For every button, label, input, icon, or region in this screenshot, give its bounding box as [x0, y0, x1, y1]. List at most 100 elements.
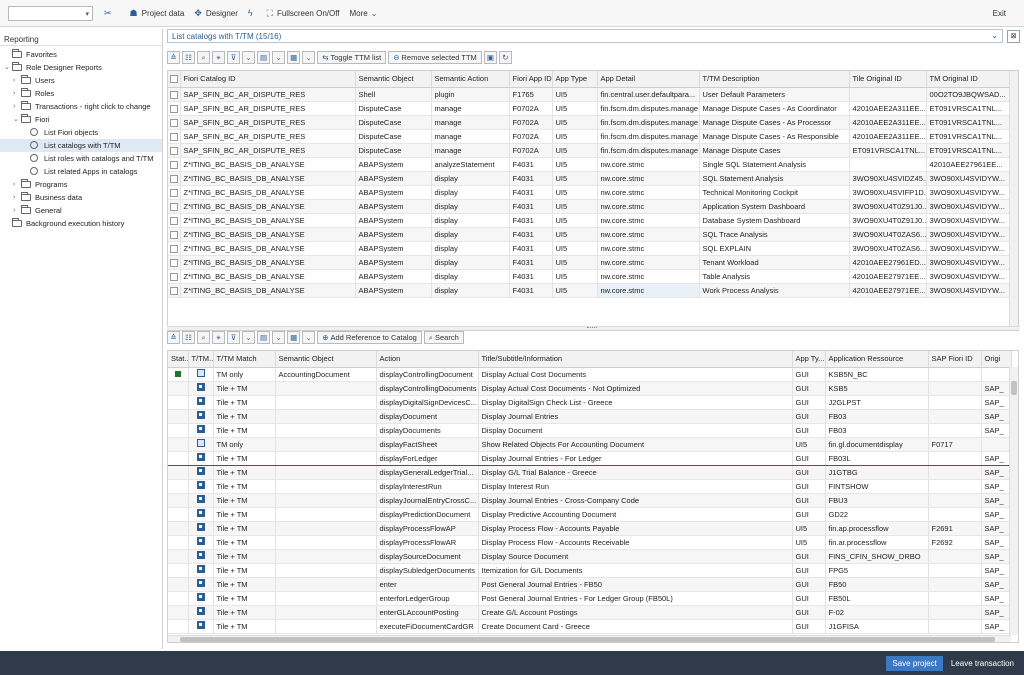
table-row[interactable]: SAP_SFIN_BC_AR_DISPUTE_RES DisputeCase man…: [168, 115, 1012, 130]
column-header[interactable]: App Type: [552, 71, 598, 88]
project-data-button[interactable]: ☗ Project data: [125, 4, 190, 22]
table-row[interactable]: Tile + TM displayProcessFlowAR Display Pro…: [168, 535, 1012, 550]
tree-item[interactable]: › Roles: [0, 87, 162, 100]
column-header[interactable]: Fiori Catalog ID: [180, 71, 356, 88]
export-icon[interactable]: ▦: [287, 51, 301, 64]
table-row[interactable]: Tile + TM enter Post General Journal Entri…: [168, 577, 1012, 592]
tree-item[interactable]: Favorites: [0, 48, 162, 61]
table-row[interactable]: Tile + TM displaySourceDocument Display So…: [168, 549, 1012, 564]
collapse-all-button[interactable]: ≙: [167, 51, 180, 64]
filter-dropdown-icon[interactable]: ⌄: [242, 51, 255, 64]
scrollbar-thumb[interactable]: [180, 637, 995, 642]
vertical-scrollbar[interactable]: [1009, 71, 1018, 330]
expand-toggle-icon[interactable]: ⌄: [4, 61, 10, 74]
table-row[interactable]: Z*ITING_BC_BASIS_DB_ANALYSE ABAPSystem dis…: [168, 283, 1012, 298]
row-checkbox[interactable]: [168, 227, 181, 242]
toggle-ttm-button[interactable]: ⇆ Toggle TTM list: [317, 51, 387, 64]
tree-item[interactable]: › Users: [0, 74, 162, 87]
layout-dropdown-icon[interactable]: ⌄: [272, 331, 286, 344]
table-row[interactable]: Z*ITING_BC_BASIS_DB_ANALYSE ABAPSystem dis…: [168, 199, 1012, 214]
column-header[interactable]: T/TM...: [188, 351, 214, 368]
row-checkbox[interactable]: [168, 171, 181, 186]
scrollbar-thumb[interactable]: [1011, 381, 1017, 395]
table-row[interactable]: Z*ITING_BC_BASIS_DB_ANALYSE ABAPSystem dis…: [168, 227, 1012, 242]
table-row[interactable]: TM only displayFactSheet Show Related Obje…: [168, 437, 1012, 452]
column-header[interactable]: Tile Original ID: [849, 71, 927, 88]
row-checkbox[interactable]: [168, 87, 181, 102]
row-checkbox[interactable]: [168, 101, 181, 116]
close-panel-button[interactable]: ⊠: [1007, 30, 1020, 43]
find-next-icon[interactable]: ⌖: [212, 331, 225, 344]
collapse-all-button[interactable]: ≙: [167, 331, 180, 344]
row-checkbox[interactable]: [168, 255, 181, 270]
column-header[interactable]: Origi: [981, 351, 1012, 368]
expand-toggle-icon[interactable]: ›: [13, 87, 15, 100]
table-row[interactable]: SAP_SFIN_BC_AR_DISPUTE_RES Shell plugin F17…: [168, 87, 1012, 102]
save-project-button[interactable]: Save project: [886, 655, 943, 671]
table-row[interactable]: Z*ITING_BC_BASIS_DB_ANALYSE ABAPSystem dis…: [168, 171, 1012, 186]
table-row[interactable]: Tile + TM displaySubledgerDocuments Itemiz…: [168, 563, 1012, 578]
find-next-icon[interactable]: ⌖: [212, 51, 225, 64]
row-checkbox[interactable]: [168, 185, 181, 200]
table-row[interactable]: Z*ITING_BC_BASIS_DB_ANALYSE ABAPSystem ana…: [168, 157, 1012, 172]
table-row[interactable]: Tile + TM displayGeneralLedgerTrial... Dis…: [168, 465, 1012, 480]
column-header[interactable]: Semantic Action: [431, 71, 510, 88]
row-checkbox[interactable]: [168, 129, 181, 144]
column-header[interactable]: Fiori App ID: [509, 71, 553, 88]
filter-dropdown-icon[interactable]: ⌄: [242, 331, 255, 344]
more-button[interactable]: More ⌄: [345, 4, 383, 22]
row-checkbox[interactable]: [168, 199, 181, 214]
row-checkbox[interactable]: [168, 115, 181, 130]
tree-item[interactable]: › General: [0, 204, 162, 217]
exit-button[interactable]: Exit: [993, 9, 1006, 18]
table-row[interactable]: Z*ITING_BC_BASIS_DB_ANALYSE ABAPSystem dis…: [168, 269, 1012, 284]
find-icon[interactable]: ⌕: [197, 331, 210, 344]
tree-item[interactable]: Background execution history: [0, 217, 162, 230]
sum-icon[interactable]: ▤: [257, 331, 271, 344]
column-header[interactable]: TM Original ID: [926, 71, 1012, 88]
leave-transaction-button[interactable]: Leave transaction: [951, 659, 1014, 668]
table-row[interactable]: Tile + TM enterGLAccountPosting Create G/L…: [168, 605, 1012, 620]
column-header[interactable]: Application Ressource: [825, 351, 929, 368]
row-checkbox[interactable]: [168, 269, 181, 284]
table-row[interactable]: SAP_SFIN_BC_AR_DISPUTE_RES DisputeCase man…: [168, 129, 1012, 144]
table-row[interactable]: Z*ITING_BC_BASIS_DB_ANALYSE ABAPSystem dis…: [168, 241, 1012, 256]
refresh-icon[interactable]: ↻: [498, 51, 512, 64]
info-icon[interactable]: ▣: [483, 51, 497, 64]
find-icon[interactable]: ⌕: [197, 51, 210, 64]
export-dropdown-icon[interactable]: ⌄: [302, 331, 316, 344]
column-header[interactable]: App Detail: [597, 71, 700, 88]
add-reference-button[interactable]: ⊕ Add Reference to Catalog: [317, 331, 422, 344]
export-dropdown-icon[interactable]: ⌄: [302, 51, 316, 64]
table-row[interactable]: SAP_SFIN_BC_AR_DISPUTE_RES DisputeCase man…: [168, 101, 1012, 116]
tree-item[interactable]: ⌄ Fiori: [0, 113, 162, 126]
designer-button[interactable]: ✥ Designer: [189, 4, 243, 22]
tree-item[interactable]: › Programs: [0, 178, 162, 191]
expand-toggle-icon[interactable]: ›: [13, 100, 15, 113]
search-button[interactable]: ⌕ Search: [423, 331, 464, 344]
select-all-button[interactable]: ☷: [182, 51, 195, 64]
project-select[interactable]: ▾: [8, 5, 93, 21]
table-row[interactable]: Tile + TM displayJournalEntryCrossC... Dis…: [168, 493, 1012, 508]
table-row[interactable]: Z*ITING_BC_BASIS_DB_ANALYSE ABAPSystem dis…: [168, 185, 1012, 200]
column-header[interactable]: App Ty...: [792, 351, 826, 368]
table-row[interactable]: Tile + TM displayDocument Display Journal …: [168, 409, 1012, 424]
column-header[interactable]: Stat...: [168, 351, 189, 368]
expand-toggle-icon[interactable]: ›: [13, 204, 15, 217]
table-row[interactable]: Tile + TM displayPredictionDocument Displa…: [168, 507, 1012, 522]
expand-toggle-icon[interactable]: ⌄: [13, 113, 19, 126]
fullscreen-button[interactable]: ⛶ Fullscreen On/Off: [262, 4, 345, 22]
horizontal-scrollbar[interactable]: [168, 635, 1011, 642]
column-header[interactable]: Action: [376, 351, 479, 368]
select-all-button[interactable]: ☷: [182, 331, 195, 344]
tree-item[interactable]: ⌄ Role Designer Reports: [0, 61, 162, 74]
table-row[interactable]: Tile + TM displayInterestRun Display Inter…: [168, 479, 1012, 494]
tree-item[interactable]: List catalogs with T/TM: [0, 139, 162, 152]
select-all-checkbox[interactable]: [168, 71, 181, 88]
remove-ttm-button[interactable]: ⊖ Remove selected TTM: [388, 51, 482, 64]
layout-dropdown-icon[interactable]: ⌄: [272, 51, 286, 64]
sum-icon[interactable]: ▤: [257, 51, 271, 64]
column-header[interactable]: Semantic Object: [275, 351, 377, 368]
expand-toggle-icon[interactable]: ›: [13, 178, 15, 191]
report-title-select[interactable]: List catalogs with T/TM (15/16) ⌄: [167, 29, 1003, 43]
